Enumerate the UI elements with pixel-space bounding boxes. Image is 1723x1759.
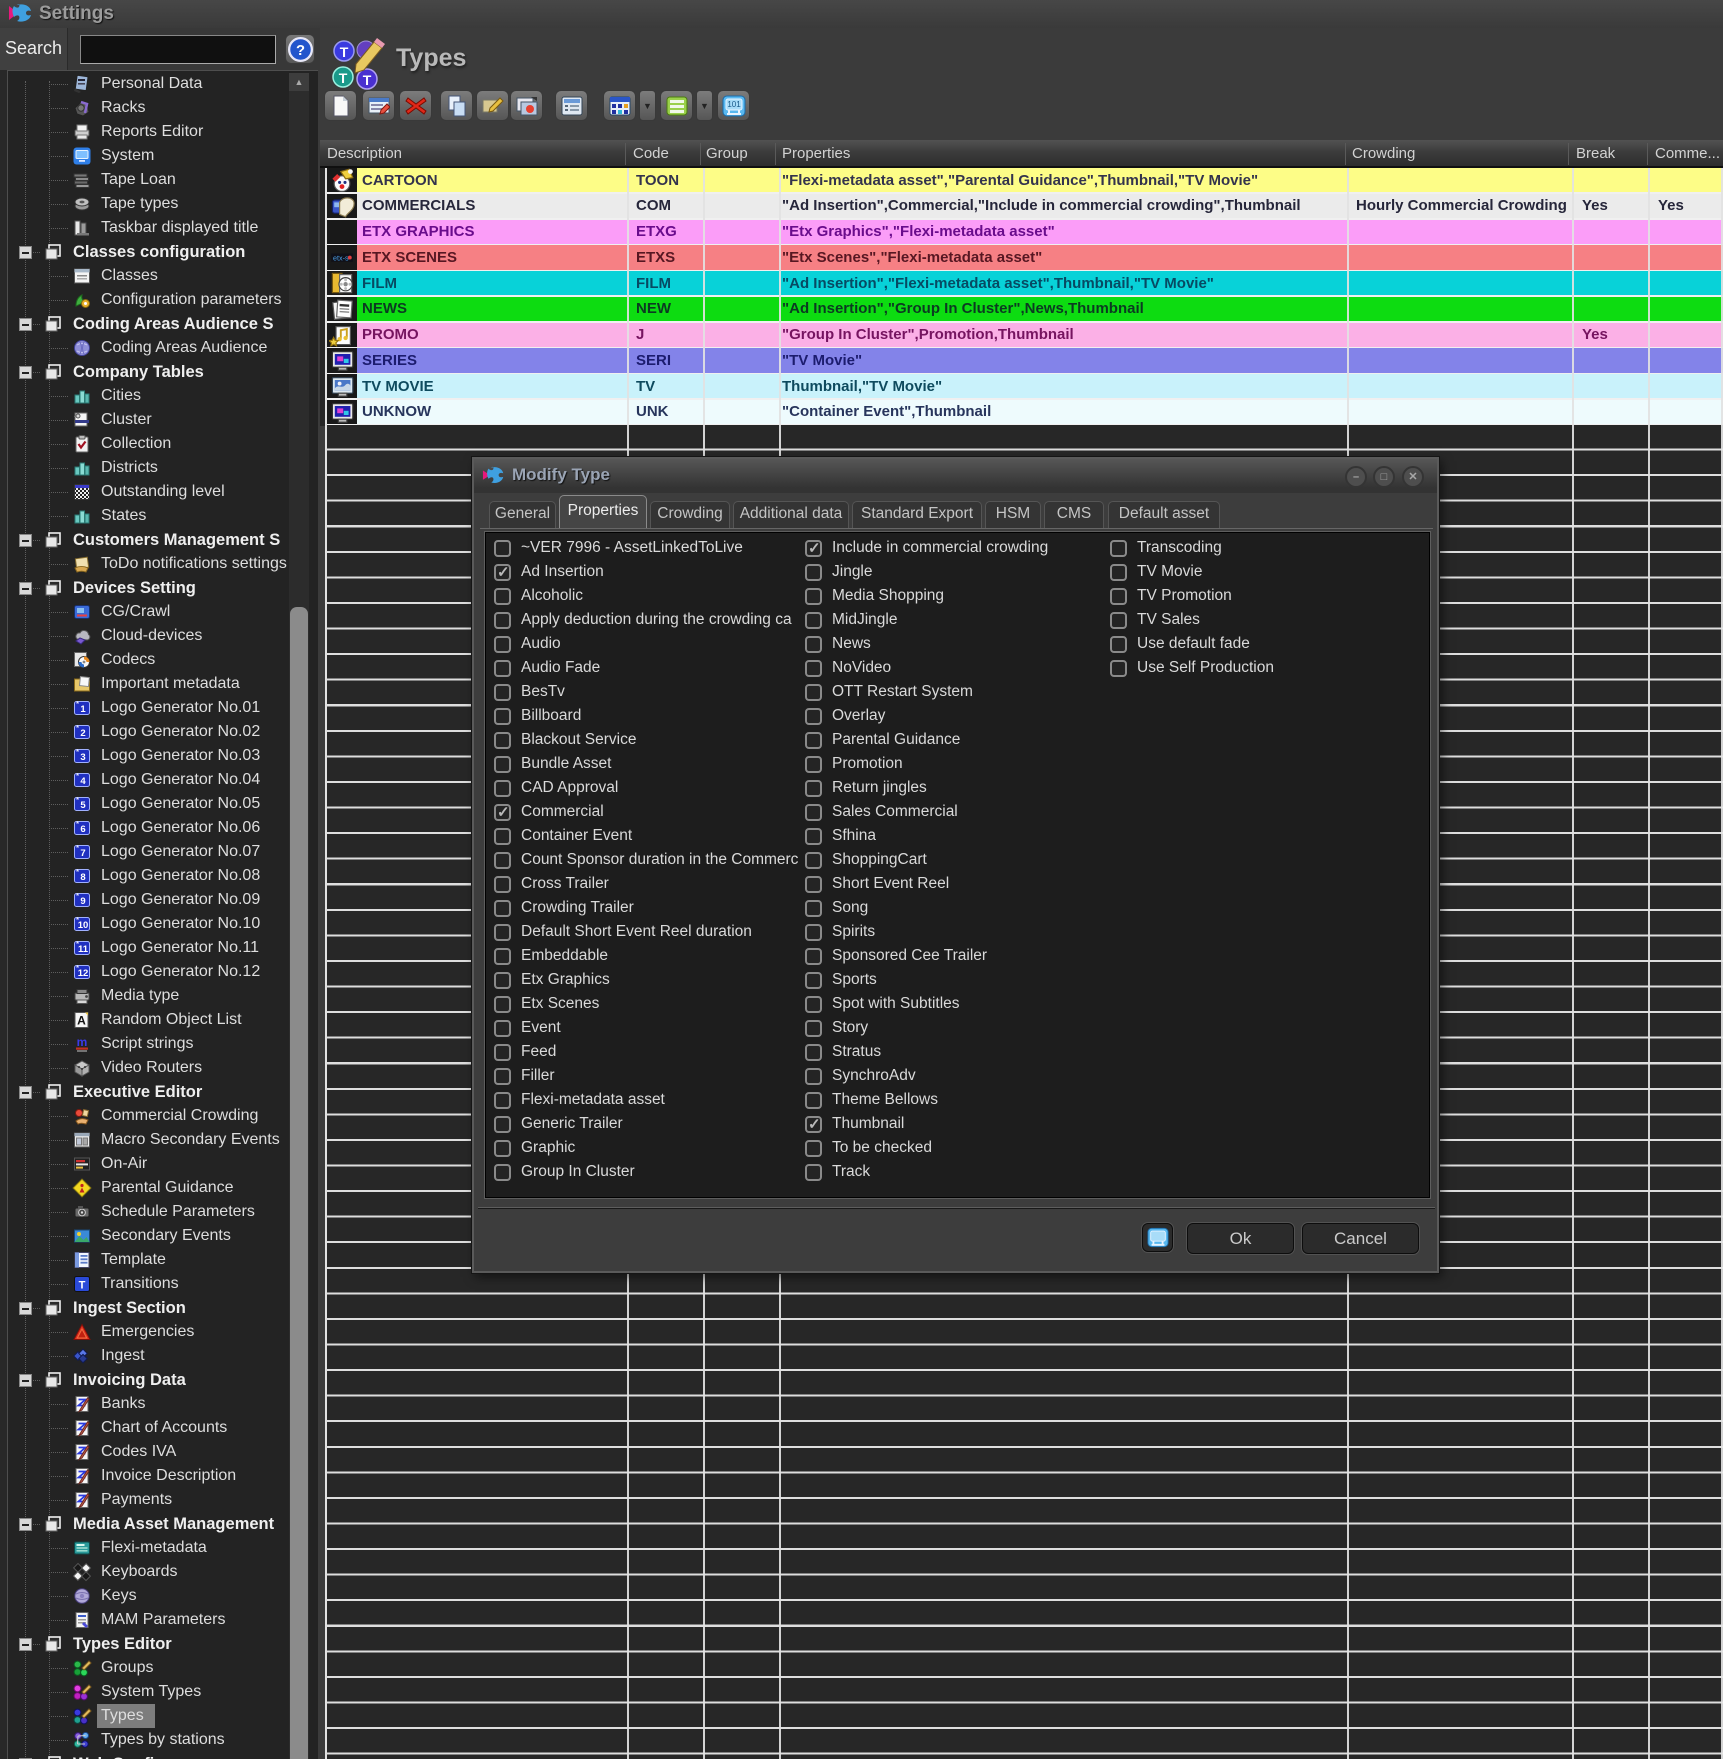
svg-text:etx-s: etx-s — [333, 254, 349, 263]
svg-text:*: * — [76, 724, 79, 733]
svg-text:T: T — [339, 70, 348, 86]
svg-text:6: 6 — [80, 824, 85, 835]
svg-text:*: * — [76, 844, 79, 853]
svg-text:T: T — [79, 1279, 86, 1291]
svg-text:12: 12 — [78, 968, 89, 979]
svg-text:*: * — [76, 820, 79, 829]
svg-text:101: 101 — [727, 100, 741, 109]
svg-text:9: 9 — [80, 896, 85, 907]
svg-text:8: 8 — [80, 872, 85, 883]
svg-text:T: T — [340, 44, 349, 60]
svg-text:?: ? — [296, 43, 305, 59]
svg-text:m: m — [77, 1035, 88, 1049]
svg-text:T: T — [363, 72, 372, 88]
svg-text:*: * — [76, 748, 79, 757]
svg-text:*: * — [76, 964, 79, 973]
svg-text:*: * — [76, 916, 79, 925]
svg-text:*: * — [76, 772, 79, 781]
svg-text:1: 1 — [80, 704, 86, 715]
svg-text:4: 4 — [80, 776, 86, 787]
svg-text:*: * — [76, 940, 79, 949]
svg-text:10: 10 — [78, 920, 89, 931]
svg-text:*: * — [76, 796, 79, 805]
svg-text:*: * — [76, 868, 79, 877]
svg-text:*: * — [76, 892, 79, 901]
svg-text:7: 7 — [80, 848, 85, 859]
svg-text:3: 3 — [80, 752, 85, 763]
svg-text:11: 11 — [78, 944, 89, 955]
svg-text:5: 5 — [80, 800, 86, 811]
svg-text:*: * — [76, 700, 79, 709]
svg-text:2: 2 — [80, 728, 85, 739]
svg-text:A: A — [77, 1014, 86, 1028]
